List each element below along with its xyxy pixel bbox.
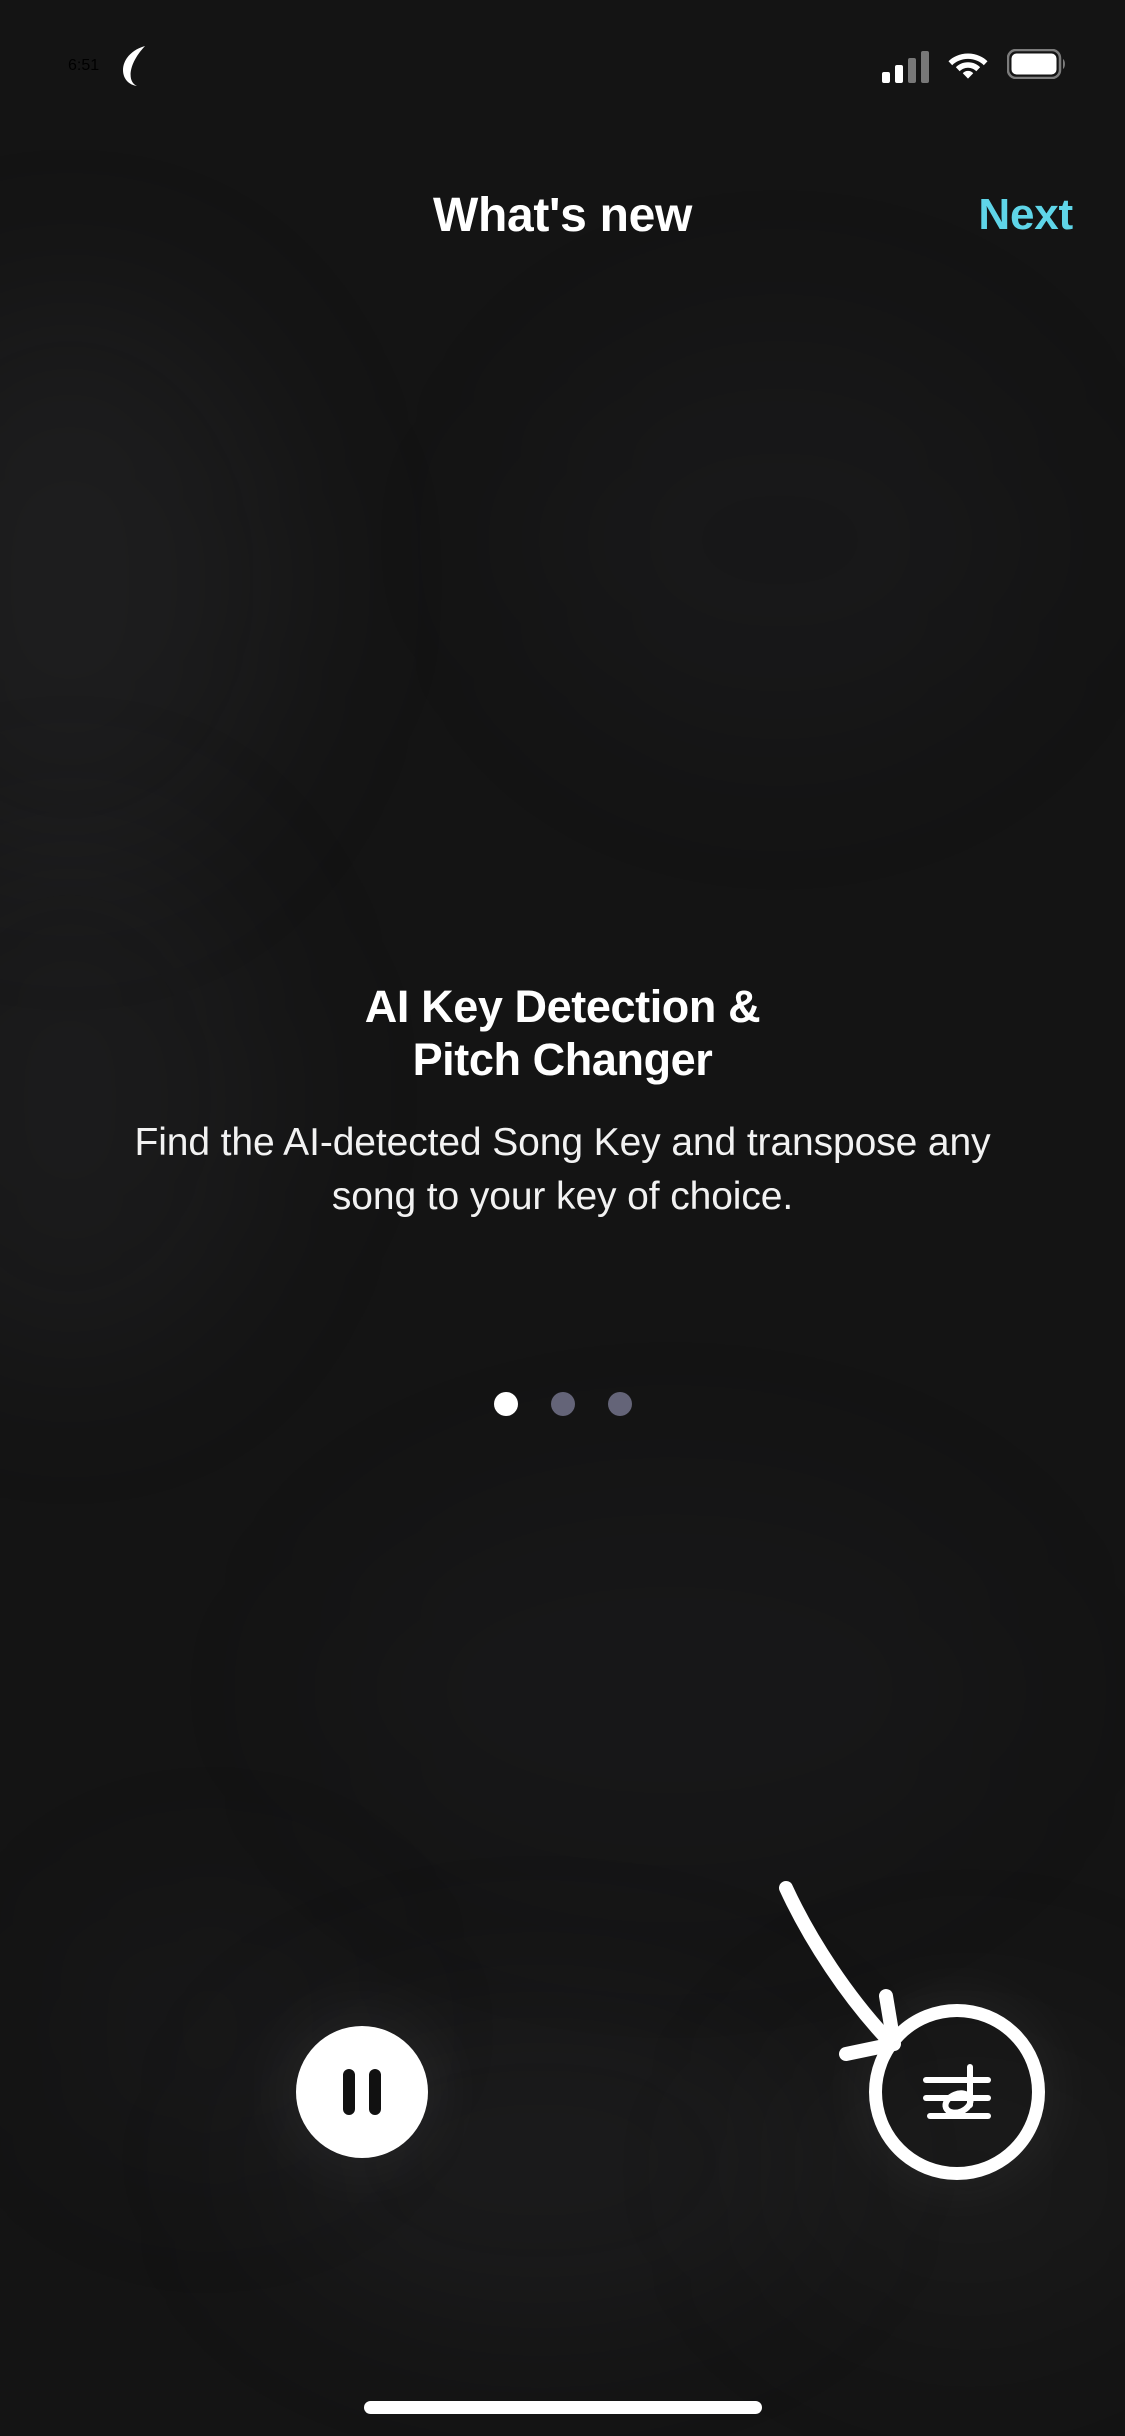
page-title: What's new [432,188,693,242]
status-bar-left: 6:51 [68,44,153,88]
page-indicator[interactable] [0,1392,1125,1416]
glow-blob [520,330,1040,750]
pause-icon [369,2069,381,2115]
pause-icon [343,2069,355,2115]
status-bar-right [882,48,1067,85]
onboarding-slide: AI Key Detection & Pitch Changer Find th… [0,980,1125,1224]
crescent-moon-icon [113,44,153,88]
wifi-icon [947,48,989,85]
glow-blob [320,1480,1020,1900]
header-bar: What's new Next [0,160,1125,270]
status-bar-clock: 6:51 [68,57,100,74]
page-dot-1[interactable] [493,1392,518,1416]
key-detection-button[interactable] [869,2004,1045,2180]
next-button[interactable]: Next [978,190,1073,240]
pause-button[interactable] [296,2026,428,2158]
slide-subtitle: Find the AI-detected Song Key and transp… [134,1121,991,1218]
cellular-signal-icon [882,49,929,83]
battery-full-icon [1006,48,1067,84]
home-indicator[interactable] [363,2401,762,2414]
slide-title: AI Key Detection & Pitch Changer [364,981,761,1086]
page-dot-3[interactable] [607,1392,632,1416]
music-note-staff-icon [923,2064,991,2119]
status-bar: 6:51 [0,0,1125,132]
page-dot-2[interactable] [550,1392,575,1416]
glow-blob [0,300,280,860]
